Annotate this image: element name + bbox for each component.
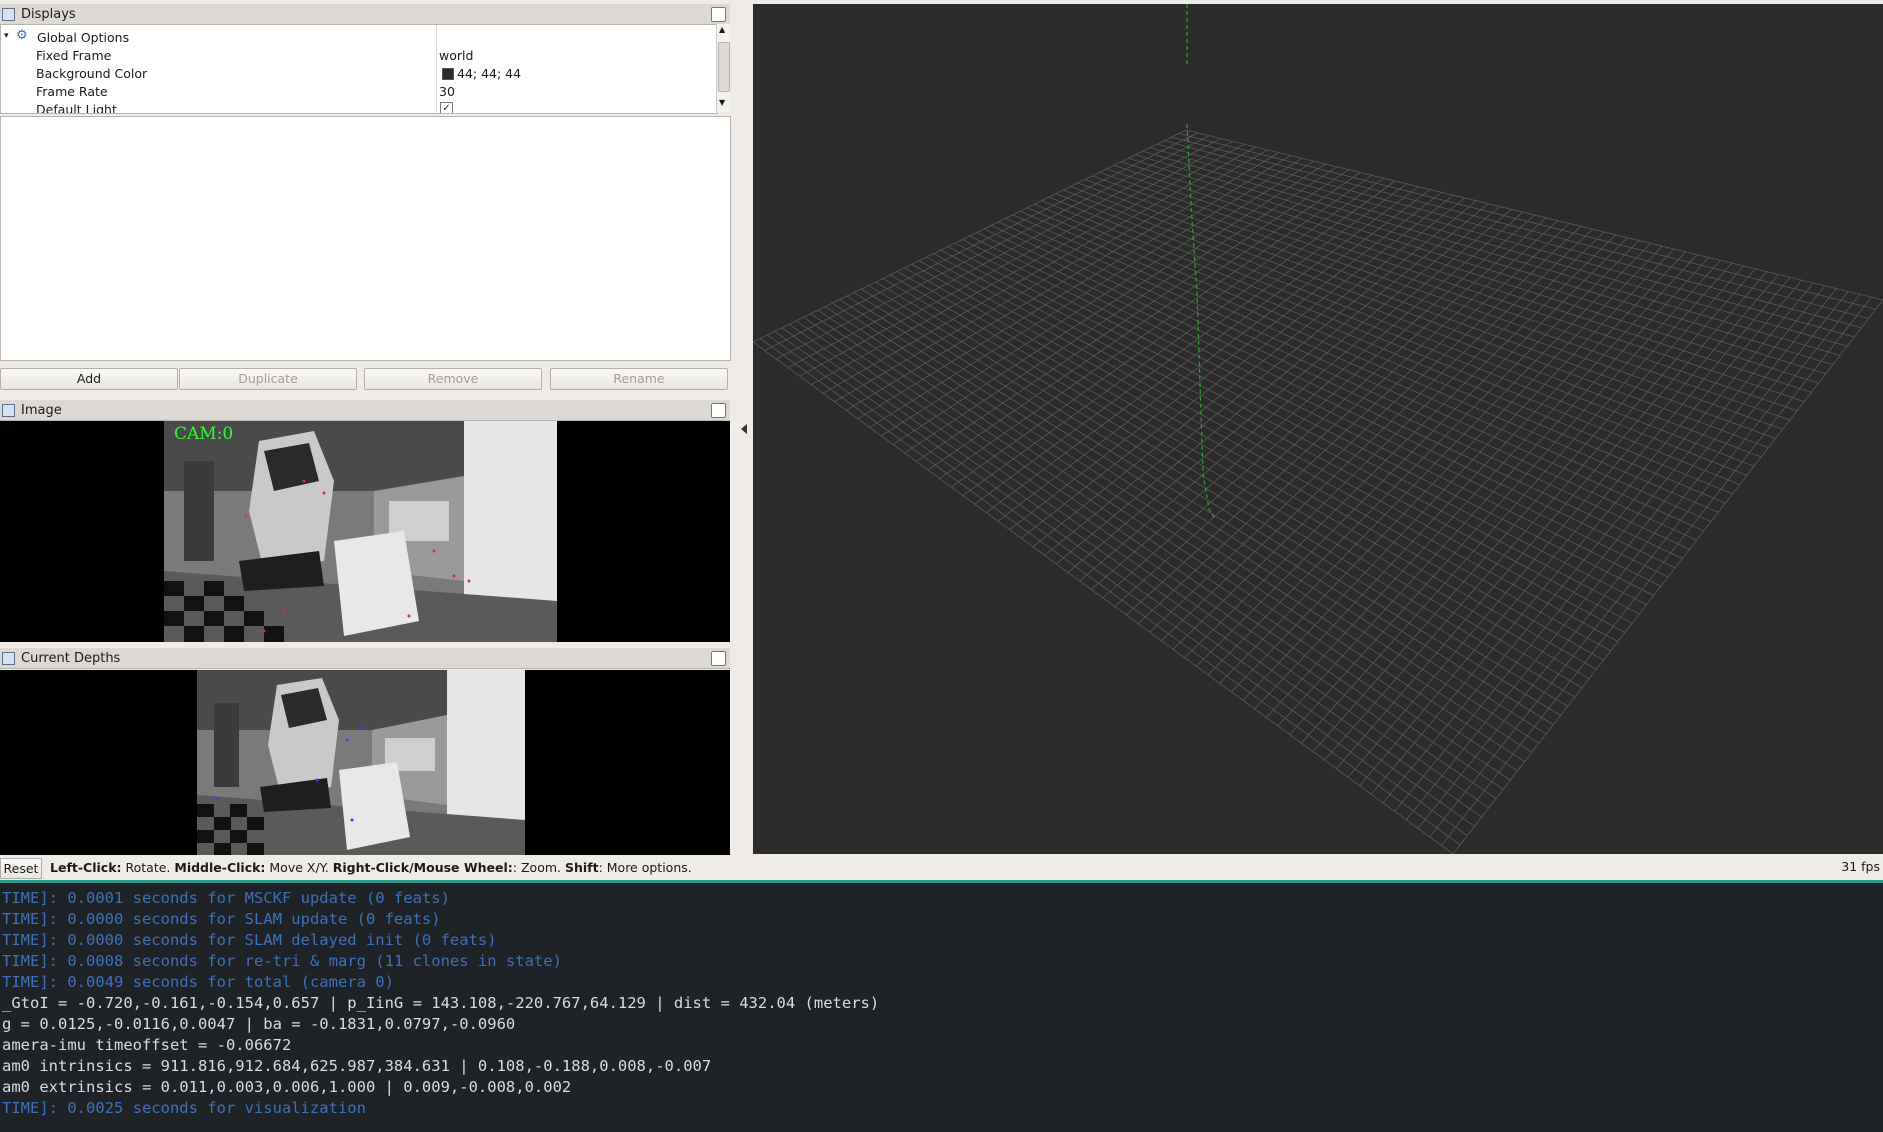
camera-overlay-label: CAM:0	[174, 424, 234, 444]
terminal-line: am0 intrinsics = 911.816,912.684,625.987…	[2, 1057, 712, 1075]
color-swatch[interactable]	[442, 68, 454, 80]
displays-icon	[2, 7, 15, 21]
tree-row-fixed-frame[interactable]: Fixed Frame world	[1, 46, 717, 64]
scroll-thumb[interactable]	[718, 42, 730, 92]
depths-panel-icon	[2, 651, 15, 665]
remove-button[interactable]: Remove	[364, 368, 542, 390]
depths-view	[0, 670, 730, 855]
terminal-line: g = 0.0125,-0.0116,0.0047 | ba = -0.1831…	[2, 1015, 516, 1033]
image-panel-title: Image	[21, 402, 62, 418]
fixed-frame-value[interactable]: world	[439, 48, 473, 63]
tree-scrollbar[interactable]: ▲ ▼	[716, 24, 730, 112]
terminal-line: TIME]: 0.0008 seconds for re-tri & marg …	[2, 952, 562, 970]
depths-undock-button[interactable]	[711, 651, 726, 666]
terminal-line: amera-imu timeoffset = -0.06672	[2, 1036, 292, 1054]
image-panel-icon	[2, 403, 15, 417]
terminal-line: TIME]: 0.0025 seconds for visualization	[2, 1099, 366, 1117]
terminal-line: _GtoI = -0.720,-0.161,-0.154,0.657 | p_I…	[2, 994, 880, 1012]
image-view: CAM:0	[0, 421, 730, 642]
displays-panel-header: Displays	[0, 4, 730, 25]
fixed-frame-label: Fixed Frame	[36, 48, 112, 63]
hint-bold-1: Middle-Click:	[174, 860, 266, 875]
terminal-line: TIME]: 0.0000 seconds for SLAM update (0…	[2, 910, 441, 928]
fps-counter: 31 fps	[1841, 859, 1880, 874]
hint-bold-2: Right-Click/Mouse Wheel:	[332, 860, 513, 875]
background-color-label: Background Color	[36, 66, 148, 81]
scroll-up-icon[interactable]: ▲	[719, 25, 725, 34]
background-color-value[interactable]: 44; 44; 44	[457, 66, 521, 81]
hint-bold-0: Left-Click:	[50, 860, 122, 875]
camera-image: CAM:0	[164, 421, 557, 642]
rename-button[interactable]: Rename	[550, 368, 728, 390]
terminal-line: am0 extrinsics = 0.011,0.003,0.006,1.000…	[2, 1078, 572, 1096]
hint-text-2: : Zoom.	[512, 860, 565, 875]
mouse-hint: Left-Click: Rotate. Middle-Click: Move X…	[50, 860, 692, 875]
tree-row-default-light[interactable]: Default Light ✓	[1, 100, 717, 114]
frame-rate-value[interactable]: 30	[439, 84, 455, 99]
terminal-line: TIME]: 0.0001 seconds for MSCKF update (…	[2, 889, 450, 907]
depth-image	[197, 670, 525, 855]
gear-icon: ⚙	[16, 28, 28, 43]
displays-tree: ▾ ⚙ Global Options Fixed Frame world Bac…	[0, 24, 718, 114]
terminal-line: TIME]: 0.0000 seconds for SLAM delayed i…	[2, 931, 497, 949]
status-bar: Reset Left-Click: Rotate. Middle-Click: …	[0, 857, 1883, 879]
render-3d-view[interactable]	[753, 4, 1883, 854]
expand-arrow-icon[interactable]: ▾	[4, 31, 9, 41]
floor-grid	[753, 129, 1883, 854]
hint-text-3: : More options.	[598, 860, 692, 875]
depth-scene	[197, 670, 525, 855]
default-light-label: Default Light	[36, 102, 117, 114]
camera-scene	[164, 421, 557, 642]
default-light-checkbox[interactable]: ✓	[440, 102, 453, 113]
hint-bold-3: Shift	[564, 860, 599, 875]
global-options-label: Global Options	[37, 30, 130, 45]
terminal-output[interactable]: TIME]: 0.0001 seconds for MSCKF update (…	[0, 880, 1883, 1132]
duplicate-button[interactable]: Duplicate	[179, 368, 357, 390]
terminal-line: TIME]: 0.0049 seconds for total (camera …	[2, 973, 394, 991]
frame-rate-label: Frame Rate	[36, 84, 108, 99]
hint-text-0: Rotate.	[121, 860, 175, 875]
collapse-arrow-icon[interactable]	[741, 424, 747, 434]
scroll-down-icon[interactable]: ▼	[719, 98, 725, 107]
displays-title: Displays	[21, 6, 76, 22]
depths-panel-title: Current Depths	[21, 650, 121, 666]
displays-list-area	[0, 116, 731, 361]
add-button[interactable]: Add	[0, 368, 178, 390]
depths-panel-header: Current Depths	[0, 648, 730, 669]
hint-text-1: Move X/Y.	[265, 860, 333, 875]
image-undock-button[interactable]	[711, 403, 726, 418]
image-panel-header: Image	[0, 400, 730, 421]
reset-button[interactable]: Reset	[0, 858, 42, 879]
displays-undock-button[interactable]	[711, 7, 726, 22]
grid-canvas[interactable]	[753, 4, 1883, 854]
tree-row-global-options[interactable]: ▾ ⚙ Global Options	[1, 28, 717, 46]
tree-row-frame-rate[interactable]: Frame Rate 30	[1, 82, 717, 100]
tree-row-background-color[interactable]: Background Color 44; 44; 44	[1, 64, 717, 82]
